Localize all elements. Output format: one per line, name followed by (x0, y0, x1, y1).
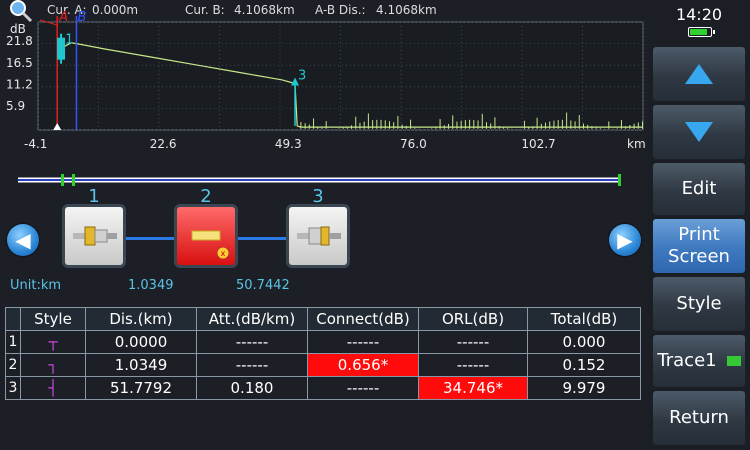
event-style-icon: ┐ (20, 353, 86, 377)
distance-label: 1.0349 (128, 278, 174, 293)
scroll-right-button[interactable]: ▶ (609, 224, 641, 256)
clock: 14:20 (675, 5, 723, 24)
sidebar: 14:20 Edit Print Screen Style Trace1 Ret… (648, 0, 750, 450)
header-cell: Total(dB) (527, 307, 641, 331)
x-tick-label: 22.6 (150, 137, 177, 151)
row-number: 2 (5, 353, 21, 377)
cursor-b-label: B (77, 10, 86, 25)
fiber-link (126, 237, 174, 240)
distance-cell: 0.0000 (85, 330, 197, 354)
table-row[interactable]: 1 ┬ 0.0000 ------ ------ ------ 0.000 (5, 330, 641, 354)
cursor-a-label: A (58, 10, 68, 25)
return-button[interactable]: Return (652, 390, 746, 446)
table-header-row: Style Dis.(km) Att.(dB/km) Connect(dB) O… (5, 307, 641, 331)
y-tick-label: 21.8 (6, 34, 33, 48)
event-marker-label: 1 (65, 33, 73, 48)
connect-cell: ------ (307, 330, 419, 354)
style-button[interactable]: Style (652, 276, 746, 332)
trace-button[interactable]: Trace1 (652, 334, 746, 388)
event-marker-label: 3 (298, 69, 306, 84)
triangle-up-icon (685, 64, 713, 84)
triangle-down-icon (685, 122, 713, 142)
row-number: 1 (5, 330, 21, 354)
arrow-left-icon: ◀ (15, 228, 31, 252)
orl-cell: ------ (418, 353, 528, 377)
status-area: 14:20 (648, 0, 750, 42)
attenuation-cell: ------ (196, 330, 308, 354)
y-tick-label: 11.2 (6, 77, 33, 91)
header-cell: Att.(dB/km) (196, 307, 308, 331)
orl-cell-alert: 34.746* (418, 376, 528, 400)
battery-icon (688, 27, 715, 37)
total-cell: 0.152 (527, 353, 641, 377)
event-table: Style Dis.(km) Att.(dB/km) Connect(dB) O… (5, 307, 641, 400)
distance-cell: 51.7792 (85, 376, 197, 400)
attenuation-cell: ------ (196, 353, 308, 377)
y-tick-label: 5.9 (6, 99, 25, 113)
scroll-down-button[interactable] (652, 104, 746, 160)
fault-icon: x (191, 230, 230, 260)
event-style-icon: ┬ (20, 330, 86, 354)
header-cell: ORL(dB) (418, 307, 528, 331)
connector-icon (73, 226, 117, 246)
row-number: 3 (5, 376, 21, 400)
table-row[interactable]: 3 ┤ 51.7792 0.180 ------ 34.746* 9.979 (5, 376, 641, 400)
x-tick-label: -4.1 (24, 137, 47, 151)
x-tick-label: 102.7 (521, 137, 555, 151)
connector-icon (297, 226, 341, 246)
svg-text:x: x (221, 249, 226, 258)
scroll-left-button[interactable]: ◀ (7, 224, 39, 256)
scroll-up-button[interactable] (652, 46, 746, 102)
trace-label: Trace1 (657, 350, 717, 371)
connect-cell: ------ (307, 376, 419, 400)
y-tick-label: 16.5 (6, 56, 33, 70)
event-3-end[interactable] (286, 204, 350, 268)
arrow-right-icon: ▶ (617, 228, 633, 252)
edit-button[interactable]: Edit (652, 162, 746, 216)
header-cell: Dis.(km) (85, 307, 197, 331)
overview-marker (61, 174, 64, 186)
table-row[interactable]: 2 ┐ 1.0349 ------ 0.656* ------ 0.152 (5, 353, 641, 377)
attenuation-cell: 0.180 (196, 376, 308, 400)
header-cell: Connect(dB) (307, 307, 419, 331)
main-panel: Cur. A: 0.000m Cur. B: 4.1068km A-B Dis.… (0, 0, 645, 450)
total-cell: 9.979 (527, 376, 641, 400)
distance-label: 50.7442 (236, 278, 290, 293)
distance-cell: 1.0349 (85, 353, 197, 377)
trace-graph[interactable]: dB21.816.511.25.9-4.1 22.6 49.3 76.0 102.7 km… (0, 0, 645, 155)
print-screen-button[interactable]: Print Screen (652, 218, 746, 274)
x-tick-label: 76.0 (400, 137, 427, 151)
header-cell (5, 307, 21, 331)
connect-cell-alert: 0.656* (307, 353, 419, 377)
overview-marker (618, 174, 621, 186)
event-2-fault[interactable]: x (174, 204, 238, 268)
unit-label: Unit:km (10, 278, 62, 293)
orl-cell: ------ (418, 330, 528, 354)
overview-marker (72, 174, 75, 186)
total-cell: 0.000 (527, 330, 641, 354)
event-style-icon: ┤ (20, 376, 86, 400)
header-cell: Style (20, 307, 86, 331)
fiber-link (238, 237, 286, 240)
trace-indicator-icon (726, 356, 741, 366)
event-1-connector[interactable] (62, 204, 126, 268)
x-axis-unit: km (627, 137, 645, 151)
x-tick-label: 49.3 (275, 137, 302, 151)
